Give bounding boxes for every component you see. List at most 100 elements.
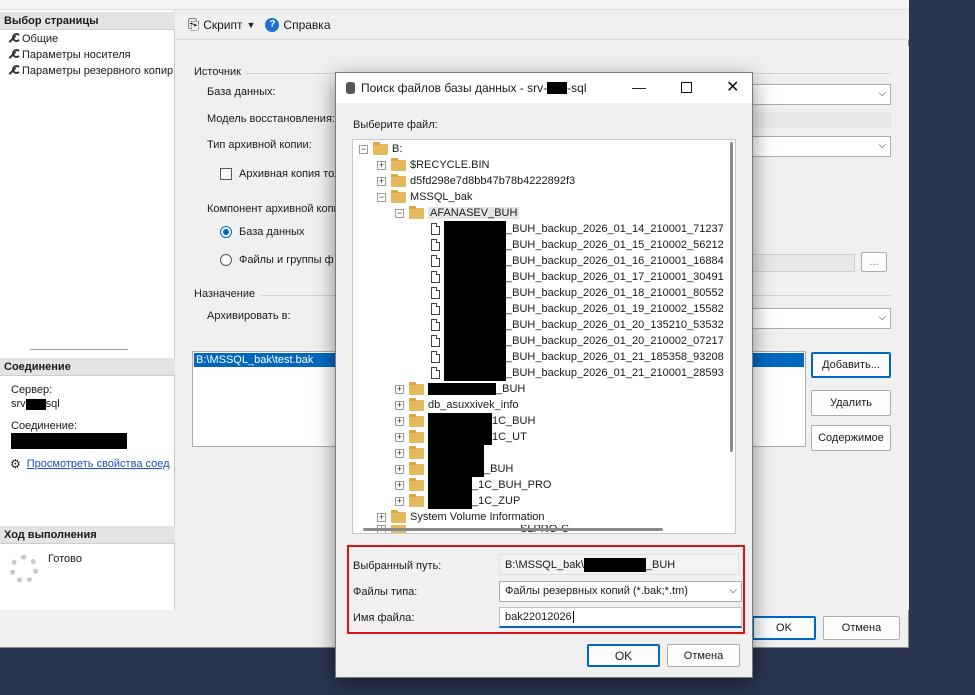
contents-button[interactable]: Содержимое <box>811 425 891 451</box>
database-label: База данных: <box>207 86 276 98</box>
expand-icon[interactable]: + <box>395 480 404 490</box>
tree-file[interactable]: _BUH_backup_2026_01_20_210002_07217 <box>431 333 724 349</box>
redacted-connection-value <box>11 433 127 449</box>
selected-path-field[interactable]: B:\MSSQL_bak\ _BUH <box>499 554 739 575</box>
file-tree[interactable]: − B: + $RECYCLE.BIN + d5fd298e7d8bb47b78b42… <box>352 139 736 534</box>
tree-node-folder[interactable]: + _BUH <box>395 381 525 397</box>
add-button[interactable]: Добавить... <box>811 352 891 378</box>
copy-only-checkbox[interactable] <box>220 168 232 180</box>
select-page-header: Выбор страницы <box>0 12 175 30</box>
collapse-icon[interactable]: − <box>377 192 386 202</box>
select-file-label: Выберите файл: <box>353 119 438 131</box>
nav-item-backup-options[interactable]: Параметры резервного копир <box>6 63 173 78</box>
vertical-scrollbar[interactable] <box>730 142 733 452</box>
expand-icon[interactable]: + <box>395 384 404 394</box>
chevron-down-icon[interactable]: ▼ <box>247 20 256 30</box>
copy-only-option[interactable]: Архивная копия тол <box>220 168 340 180</box>
script-icon: ⎘ <box>188 16 200 32</box>
radio-database[interactable] <box>220 226 232 238</box>
tree-file[interactable]: _BUH_backup_2026_01_21_210001_28593 <box>431 365 724 381</box>
files-of-type-select[interactable]: Файлы резервных копий (*.bak;*.tm) ⌵ <box>499 581 742 602</box>
file-icon <box>431 303 440 315</box>
splitter-grip[interactable] <box>30 349 128 350</box>
tree-file[interactable]: _BUH_backup_2026_01_17_210001_30491 <box>431 269 724 285</box>
expand-icon[interactable]: + <box>395 496 404 506</box>
folder-icon <box>391 157 406 171</box>
maximize-icon[interactable] <box>681 82 692 93</box>
tree-node-system-volume[interactable]: + System Volume Information <box>377 509 545 525</box>
horizontal-scrollbar[interactable] <box>363 528 663 531</box>
tree-node-folder[interactable]: +1C_UT <box>395 429 527 445</box>
file-name-input[interactable]: bak22012026 <box>499 607 742 628</box>
redacted-block <box>428 413 492 429</box>
redacted-block <box>444 253 506 269</box>
radio-database-option[interactable]: База данных <box>220 226 305 238</box>
tree-node-recycle-bin[interactable]: + $RECYCLE.BIN <box>377 157 489 173</box>
tree-node-folder[interactable]: + _1C_BUH_PRO <box>395 477 551 493</box>
nav-item-label: Параметры носителя <box>22 48 131 61</box>
folder-icon <box>391 189 406 203</box>
redacted-block <box>444 365 506 381</box>
locate-database-files-dialog: Поиск файлов базы данных - srv- -sql — ✕… <box>335 72 753 678</box>
help-button[interactable]: ? Справка <box>265 17 331 32</box>
script-button[interactable]: ⎘ Скрипт ▼ <box>188 16 255 33</box>
expand-icon[interactable]: + <box>395 416 404 426</box>
ok-button[interactable]: OK <box>752 616 816 640</box>
expand-icon[interactable]: + <box>377 512 386 522</box>
tree-file[interactable]: _BUH_backup_2026_01_20_135210_53532 <box>431 317 724 333</box>
view-connection-properties[interactable]: ⚙ Просмотреть свойства соед <box>10 457 170 471</box>
radio-files-option[interactable]: Файлы и группы ф <box>220 254 334 266</box>
expand-icon[interactable]: + <box>395 400 404 410</box>
dialog-ok-button[interactable]: OK <box>587 644 660 667</box>
cancel-button[interactable]: Отмена <box>823 616 900 640</box>
tree-file[interactable]: _BUH_backup_2026_01_19_210002_15582 <box>431 301 724 317</box>
tree-node-folder[interactable]: + <box>395 445 484 461</box>
minimize-icon[interactable]: — <box>632 79 646 95</box>
chevron-down-icon: ⌵ <box>878 88 886 99</box>
tree-node-guid-folder[interactable]: + d5fd298e7d8bb47b78b4222892f3 <box>377 173 575 189</box>
tree-node-folder[interactable]: + _BUH <box>395 461 513 477</box>
connection-properties-icon: ⚙ <box>10 457 21 471</box>
database-select[interactable]: ⌵ <box>751 84 891 105</box>
tree-node-root[interactable]: − B: <box>359 141 402 157</box>
file-icon <box>431 239 440 251</box>
files-select-disabled <box>751 254 855 272</box>
collapse-icon[interactable]: − <box>359 144 368 154</box>
folder-icon <box>409 413 424 427</box>
browse-button[interactable]: ... <box>861 252 887 272</box>
expand-icon[interactable]: + <box>395 448 404 458</box>
expand-icon[interactable]: + <box>377 160 386 170</box>
wrench-icon <box>6 32 21 45</box>
close-icon[interactable]: ✕ <box>726 77 739 97</box>
tree-node-folder[interactable]: + _1C_ZUP <box>395 493 520 509</box>
collapse-icon[interactable]: − <box>395 208 404 218</box>
tree-file[interactable]: _BUH_backup_2026_01_16_210001_16884 <box>431 253 724 269</box>
backup-to-select[interactable]: ⌵ <box>751 308 891 329</box>
tree-file[interactable]: _BUH_backup_2026_01_21_185358_93208 <box>431 349 724 365</box>
tree-node-mssql-bak[interactable]: − MSSQL_bak <box>377 189 472 205</box>
tree-file[interactable]: _BUH_backup_2026_01_14_210001_71237 <box>431 221 724 237</box>
redacted-block <box>428 493 472 509</box>
backup-type-select[interactable]: ⌵ <box>751 136 891 157</box>
dialog-title: Поиск файлов базы данных - srv- -sql <box>361 81 587 95</box>
tree-file[interactable]: _BUH_backup_2026_01_15_210002_56212 <box>431 237 724 253</box>
redacted-block <box>428 461 484 477</box>
folder-icon <box>409 445 424 459</box>
nav-item-media-options[interactable]: Параметры носителя <box>6 47 131 62</box>
view-properties-link[interactable]: Просмотреть свойства соед <box>27 458 170 470</box>
radio-files[interactable] <box>220 254 232 266</box>
nav-item-general[interactable]: Общие <box>6 31 59 46</box>
file-icon <box>431 271 440 283</box>
expand-icon[interactable]: + <box>395 432 404 442</box>
remove-button[interactable]: Удалить <box>811 390 891 416</box>
folder-icon <box>409 397 424 411</box>
expand-icon[interactable]: + <box>395 464 404 474</box>
tree-file[interactable]: _BUH_backup_2026_01_18_210001_80552 <box>431 285 724 301</box>
tree-node-folder[interactable]: +1C_BUH <box>395 413 535 429</box>
expand-icon[interactable]: + <box>377 176 386 186</box>
dialog-cancel-button[interactable]: Отмена <box>667 644 740 667</box>
file-icon <box>431 319 440 331</box>
help-icon: ? <box>265 17 280 32</box>
tree-node-folder[interactable]: + db_asuxxivek_info <box>395 397 519 413</box>
tree-node-afanasev[interactable]: − AFANASEV_BUH <box>395 205 520 221</box>
